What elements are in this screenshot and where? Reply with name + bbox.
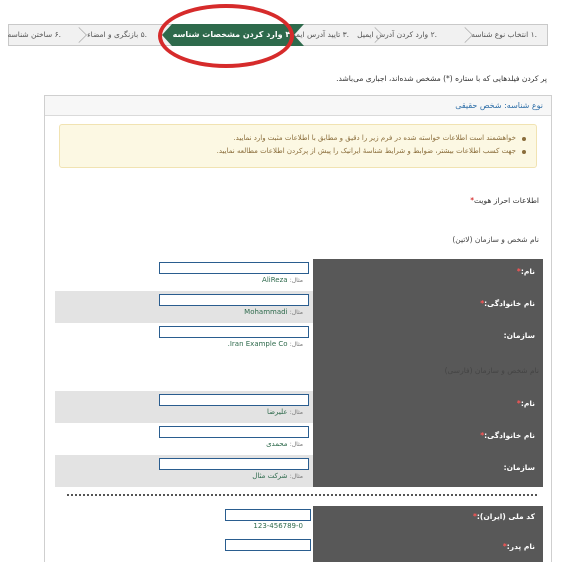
panel-title: نوع شناسه: شخص حقیقی <box>45 96 551 116</box>
identity-section-label: اطلاعات احراز هویت* <box>470 196 539 205</box>
field-label: سازمان: <box>503 463 535 472</box>
organization-latin-row: سازمان: مثال: Iran Example Co. <box>55 323 543 355</box>
persian-section-label: نام شخص و سازمان (فارسی) <box>444 366 539 375</box>
field-label: سازمان: <box>503 331 535 340</box>
field-example: 123-456789-0 <box>253 522 303 530</box>
field-label: نام:* <box>516 267 535 276</box>
first-name-persian-input[interactable] <box>159 394 309 406</box>
first-name-latin-input[interactable] <box>159 262 309 274</box>
father-name-input[interactable] <box>225 539 311 551</box>
organization-persian-row: سازمان: مثال: شرکت مثال <box>55 455 543 487</box>
step-1[interactable]: .۱ انتخاب نوع شناسه <box>471 25 537 45</box>
field-label: کد ملی (ایران):* <box>472 512 535 521</box>
step-5[interactable]: .۵ بازنگری و امضاء <box>87 25 147 45</box>
national-code-row: کد ملی (ایران):* 123-456789-0 <box>55 506 543 536</box>
section-divider <box>67 494 537 496</box>
warning-box: خواهشمند است اطلاعات خواسته شده در فرم ز… <box>59 124 537 168</box>
father-name-row: نام پدر:* <box>55 536 543 562</box>
required-fields-note: پر کردن فیلدهایی که با ستاره (*) مشخص شد… <box>336 74 547 83</box>
field-example: مثال: Iran Example Co. <box>227 340 303 348</box>
highlight-annotation-oval <box>158 4 294 68</box>
organization-latin-input[interactable] <box>159 326 309 338</box>
warning-item: خواهشمند است اطلاعات خواسته شده در فرم ز… <box>60 132 526 145</box>
field-example: مثال: شرکت مثال <box>252 472 303 480</box>
last-name-persian-row: نام خانوادگی:* مثال: محمدی <box>55 423 543 455</box>
field-label: نام خانوادگی:* <box>480 431 535 440</box>
field-example: مثال: AliReza <box>262 276 303 284</box>
organization-persian-input[interactable] <box>159 458 309 470</box>
latin-section-label: نام شخص و سازمان (لاتین) <box>452 235 539 244</box>
field-label: نام خانوادگی:* <box>480 299 535 308</box>
identity-form-panel: نوع شناسه: شخص حقیقی خواهشمند است اطلاعا… <box>44 95 552 562</box>
first-name-persian-row: نام:* مثال: علیرضا <box>55 391 543 423</box>
last-name-persian-input[interactable] <box>159 426 309 438</box>
warning-item: جهت کسب اطلاعات بیشتر، ضوابط و شرایط شنا… <box>60 145 526 158</box>
field-example: مثال: Mohammadi <box>244 308 303 316</box>
step-6[interactable]: .۶ ساختن شناسه <box>7 25 61 45</box>
field-example: مثال: محمدی <box>266 440 303 448</box>
field-label: نام پدر:* <box>502 542 535 551</box>
last-name-latin-input[interactable] <box>159 294 309 306</box>
first-name-latin-row: نام:* مثال: AliReza <box>55 259 543 291</box>
national-code-input[interactable] <box>225 509 311 521</box>
last-name-latin-row: نام خانوادگی:* مثال: Mohammadi <box>55 291 543 323</box>
field-example: مثال: علیرضا <box>266 408 303 416</box>
chevron-left-icon <box>71 27 87 43</box>
field-label: نام:* <box>516 399 535 408</box>
